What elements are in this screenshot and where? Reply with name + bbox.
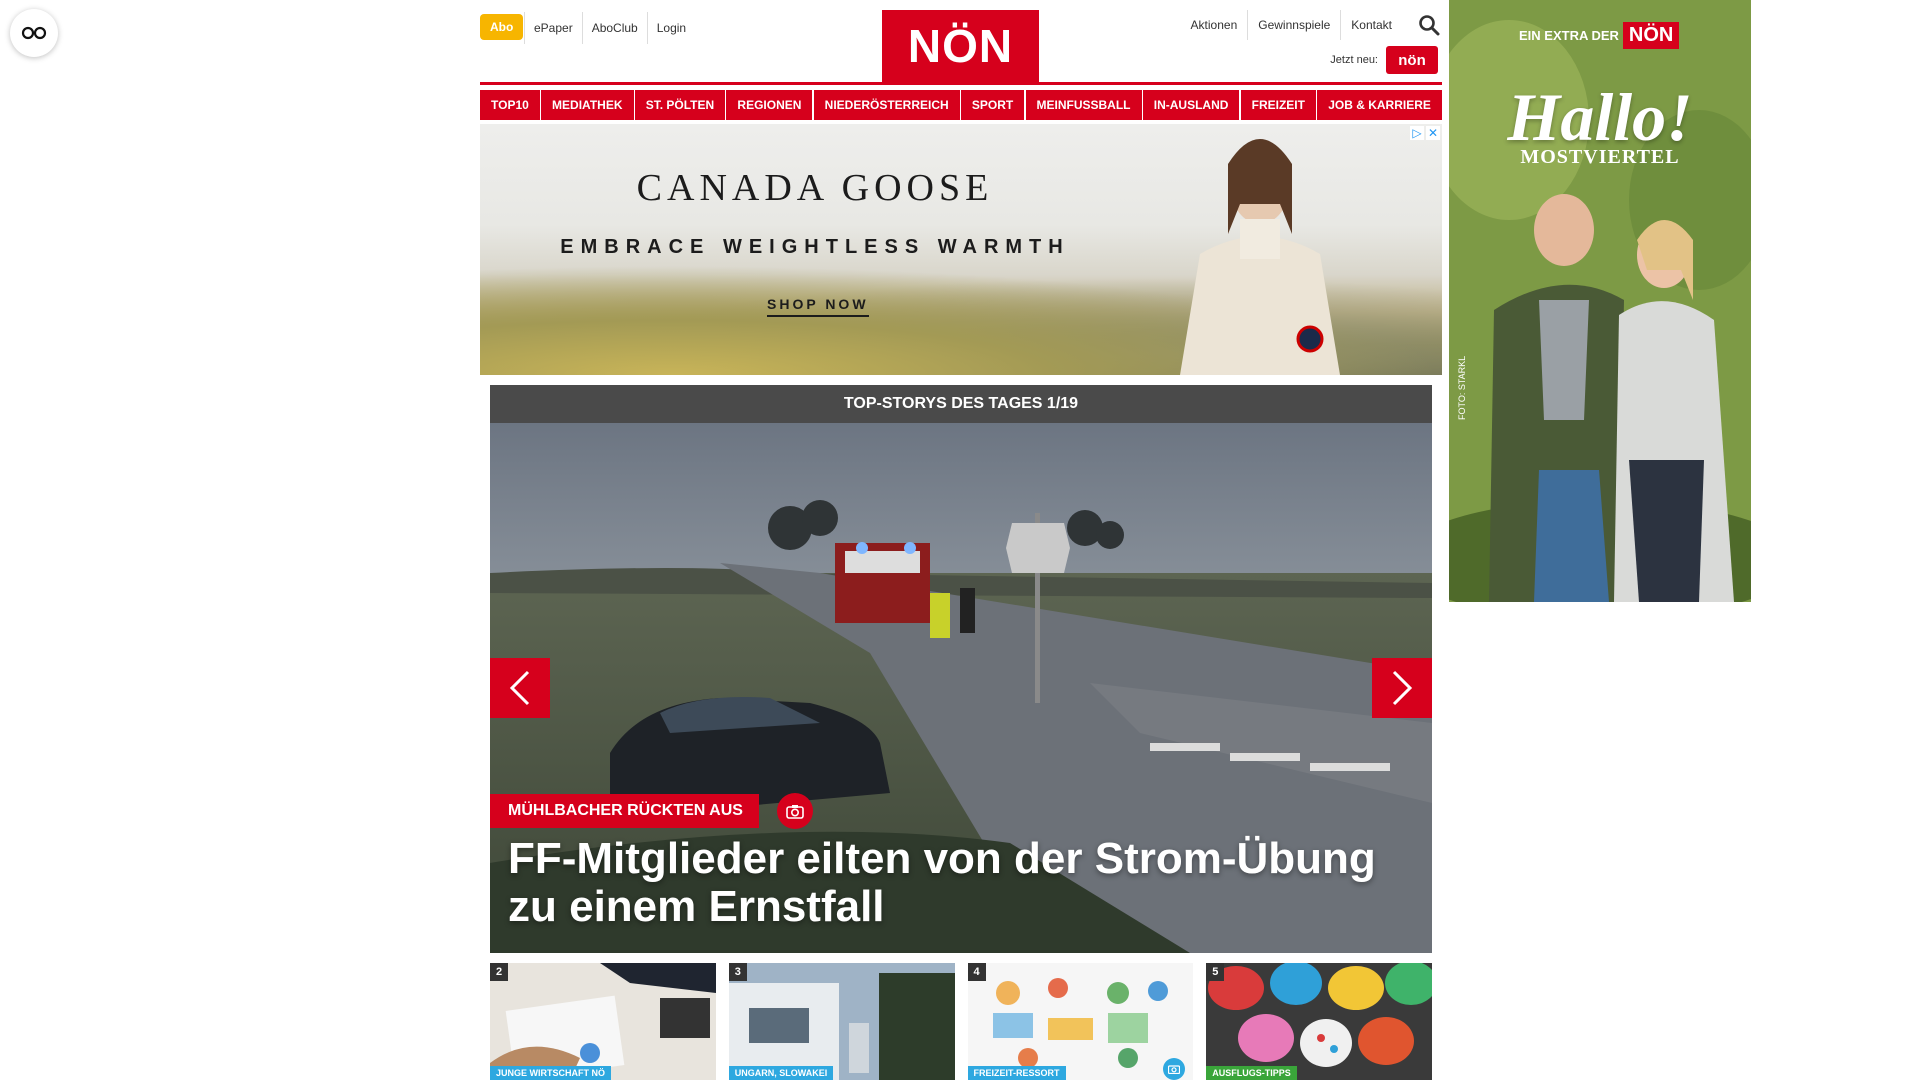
story-thumb-5[interactable]: 5 AUSFLUGS-TIPPS bbox=[1206, 963, 1432, 1080]
sky-photo-credit: FOTO: STARKL bbox=[1457, 355, 1467, 420]
chevron-left-icon bbox=[509, 670, 530, 706]
thumb-number: 4 bbox=[967, 963, 986, 981]
story-thumb-3[interactable]: 3 UNGARN, SLOWAKEI bbox=[728, 963, 955, 1080]
nav-freizeit[interactable]: FREIZEIT bbox=[1240, 90, 1316, 120]
nav-top10[interactable]: TOP10 bbox=[480, 90, 540, 120]
sky-extra-row: EIN EXTRA DER NÖN bbox=[1519, 22, 1680, 49]
thumb-number: 3 bbox=[728, 963, 747, 981]
nav-job-karriere[interactable]: JOB & KARRIERE bbox=[1317, 90, 1442, 120]
hero-headline[interactable]: FF-Mitglieder eilten von der Strom-Übung… bbox=[508, 835, 1408, 931]
main-nav: TOP10 MEDIATHEK ST. PÖLTEN REGIONEN NIED… bbox=[480, 90, 1442, 120]
sky-extra-label: EIN EXTRA DER bbox=[1519, 28, 1619, 43]
story-thumb-2[interactable]: 2 JUNGE WIRTSCHAFT NÖ bbox=[490, 963, 716, 1080]
search-icon[interactable] bbox=[1418, 14, 1440, 36]
thumb-image-4 bbox=[967, 963, 1194, 1080]
close-ad-icon[interactable]: ✕ bbox=[1426, 126, 1440, 140]
thumb-tag: JUNGE WIRTSCHAFT NÖ bbox=[490, 1066, 611, 1080]
adchoices-icon[interactable]: ▷ bbox=[1410, 126, 1424, 140]
story-thumb-4[interactable]: 4 FREIZEIT-RESSORT bbox=[967, 963, 1194, 1080]
nav-in-ausland[interactable]: IN-AUSLAND bbox=[1142, 90, 1240, 120]
thumb-image-5 bbox=[1206, 963, 1432, 1080]
chevron-right-icon bbox=[1392, 670, 1413, 706]
abo-button[interactable]: Abo bbox=[480, 14, 524, 40]
sky-noen-logo: NÖN bbox=[1622, 22, 1680, 49]
site-header: Abo ePaper AboClub Login NÖN Aktionen Ge… bbox=[480, 0, 1442, 85]
kontakt-link[interactable]: Kontakt bbox=[1340, 10, 1402, 40]
thumb-number: 2 bbox=[490, 963, 508, 981]
main-column: Abo ePaper AboClub Login NÖN Aktionen Ge… bbox=[480, 0, 1442, 1080]
glasses-icon bbox=[21, 26, 47, 40]
thumb-number: 5 bbox=[1206, 963, 1225, 981]
epaper-link[interactable]: ePaper bbox=[524, 12, 582, 44]
header-links-left: ePaper AboClub Login bbox=[524, 12, 695, 44]
header-divider bbox=[480, 82, 1442, 85]
ad-brand: CANADA GOOSE bbox=[636, 167, 994, 209]
nav-meinfussball[interactable]: MEINFUSSBALL bbox=[1025, 90, 1142, 120]
sky-subline: MOSTVIERTEL bbox=[1520, 146, 1680, 168]
ad-shop-now[interactable]: SHOP NOW bbox=[767, 296, 869, 317]
gallery-badge bbox=[776, 793, 813, 829]
thumb-tag: UNGARN, SLOWAKEI bbox=[728, 1066, 834, 1080]
nav-regionen[interactable]: REGIONEN bbox=[726, 90, 813, 120]
thumb-tag: FREIZEIT-RESSORT bbox=[967, 1066, 1066, 1080]
nav-niederoesterreich[interactable]: NIEDERÖSTERREICH bbox=[813, 90, 960, 120]
login-link[interactable]: Login bbox=[646, 12, 695, 44]
reader-mode-button[interactable] bbox=[10, 9, 58, 57]
canada-goose-ad[interactable]: CANADA GOOSE EMBRACE WEIGHTLESS WARMTH S… bbox=[480, 124, 1442, 375]
hero-kicker: MÜHLBACHER RÜCKTEN AUS bbox=[490, 794, 759, 828]
top-stories-heading: TOP-STORYS DES TAGES 1/19 bbox=[490, 385, 1432, 423]
thumb-tag: AUSFLUGS-TIPPS bbox=[1206, 1066, 1297, 1080]
jetzt-neu-label: Jetzt neu: bbox=[1330, 54, 1378, 66]
jetzt-neu: Jetzt neu: nön bbox=[1330, 46, 1438, 74]
thumb-image-3 bbox=[728, 963, 955, 1080]
ad-choices[interactable]: ▷ ✕ bbox=[1410, 126, 1440, 140]
header-links-right: Aktionen Gewinnspiele Kontakt bbox=[1181, 10, 1402, 40]
hero-kicker-row: MÜHLBACHER RÜCKTEN AUS bbox=[490, 793, 813, 829]
thumb-image-2 bbox=[490, 963, 716, 1080]
ad-tagline: EMBRACE WEIGHTLESS WARMTH bbox=[560, 236, 1070, 258]
story-thumbnails: 2 JUNGE WIRTSCHAFT NÖ 3 UNGARN, SLOWAKEI bbox=[490, 963, 1432, 1080]
mini-noen-logo[interactable]: nön bbox=[1386, 46, 1438, 74]
nav-sport[interactable]: SPORT bbox=[960, 90, 1025, 120]
nav-st-poelten[interactable]: ST. PÖLTEN bbox=[634, 90, 726, 120]
prev-story-button[interactable] bbox=[490, 658, 550, 718]
aboclub-link[interactable]: AboClub bbox=[581, 12, 647, 44]
site-logo[interactable]: NÖN bbox=[882, 10, 1039, 82]
camera-icon bbox=[786, 804, 804, 819]
next-story-button[interactable] bbox=[1372, 658, 1432, 718]
ad-model-image bbox=[1180, 139, 1340, 375]
nav-mediathek[interactable]: MEDIATHEK bbox=[541, 90, 634, 120]
mostviertel-ad[interactable]: EIN EXTRA DER NÖN Hallo! MOSTVIERTEL FOT… bbox=[1449, 0, 1751, 602]
hero-story[interactable]: MÜHLBACHER RÜCKTEN AUS FF-Mitglieder eil… bbox=[490, 423, 1432, 953]
gewinnspiele-link[interactable]: Gewinnspiele bbox=[1247, 10, 1340, 40]
aktionen-link[interactable]: Aktionen bbox=[1181, 10, 1248, 40]
